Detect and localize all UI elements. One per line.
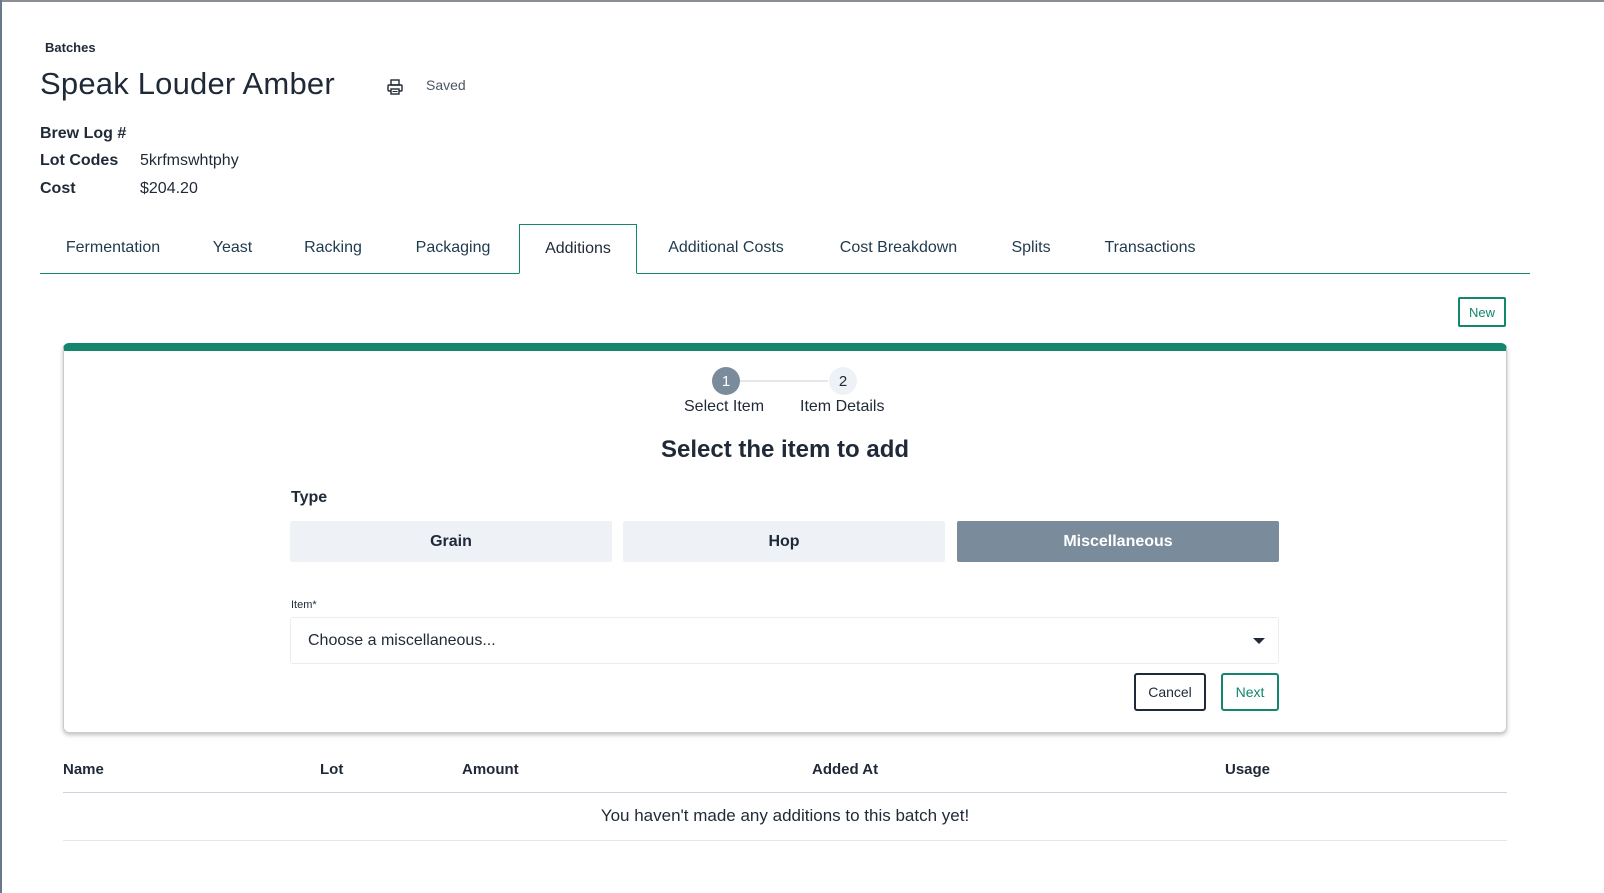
tab-racking[interactable]: Racking — [279, 224, 387, 272]
empty-table-message: You haven't made any additions to this b… — [600, 806, 970, 825]
save-status: Saved — [426, 77, 466, 93]
tab-additions[interactable]: Additions — [519, 224, 637, 274]
table-header-divider — [63, 792, 1507, 793]
type-grain-button[interactable]: Grain — [290, 521, 612, 562]
lot-codes-label: Lot Codes — [40, 152, 119, 170]
window-top-border — [0, 0, 1604, 2]
next-button[interactable]: Next — [1221, 673, 1279, 711]
tab-splits[interactable]: Splits — [982, 224, 1080, 272]
cost-label: Cost — [40, 179, 76, 197]
item-select-value: Choose a miscellaneous... — [308, 632, 496, 649]
step-2-label: Item Details — [800, 398, 885, 415]
caret-down-icon — [1253, 638, 1265, 644]
card-heading: Select the item to add — [660, 436, 910, 463]
printer-icon[interactable] — [386, 78, 404, 96]
tab-bar: Fermentation Yeast Racking Packaging Add… — [40, 224, 1530, 274]
new-button[interactable]: New — [1458, 297, 1506, 327]
stepper-connector — [740, 380, 828, 382]
tab-additional-costs[interactable]: Additional Costs — [637, 224, 815, 272]
cost-row: Cost $204.20 — [40, 175, 239, 203]
batch-meta: Brew Log # Lot Codes 5krfmswhtphy Cost $… — [40, 120, 239, 203]
type-label: Type — [291, 489, 328, 506]
table-row-divider — [63, 840, 1507, 841]
brew-log-label: Brew Log # — [40, 124, 127, 142]
column-header-amount[interactable]: Amount — [462, 761, 519, 778]
type-miscellaneous-button[interactable]: Miscellaneous — [957, 521, 1279, 562]
tab-transactions[interactable]: Transactions — [1080, 224, 1220, 272]
step-1-indicator: 1 — [712, 367, 740, 395]
column-header-name[interactable]: Name — [63, 761, 104, 778]
cancel-button[interactable]: Cancel — [1134, 673, 1206, 711]
column-header-usage[interactable]: Usage — [1225, 761, 1270, 778]
item-select[interactable]: Choose a miscellaneous... — [290, 617, 1279, 664]
item-field-label: Item* — [291, 599, 317, 611]
lot-codes-row: Lot Codes 5krfmswhtphy — [40, 148, 239, 176]
brew-log-row: Brew Log # — [40, 120, 239, 148]
tab-cost-breakdown[interactable]: Cost Breakdown — [815, 224, 982, 272]
tab-packaging[interactable]: Packaging — [387, 224, 519, 272]
lot-codes-value: 5krfmswhtphy — [140, 152, 239, 170]
column-header-added-at[interactable]: Added At — [812, 761, 878, 778]
step-2-indicator: 2 — [829, 367, 857, 395]
tab-fermentation[interactable]: Fermentation — [40, 224, 186, 272]
type-hop-button[interactable]: Hop — [623, 521, 945, 562]
column-header-lot[interactable]: Lot — [320, 761, 343, 778]
breadcrumb[interactable]: Batches — [45, 40, 96, 55]
tab-yeast[interactable]: Yeast — [186, 224, 279, 272]
page-title: Speak Louder Amber — [40, 66, 335, 101]
step-1-label: Select Item — [684, 398, 765, 415]
cost-value: $204.20 — [140, 179, 198, 197]
